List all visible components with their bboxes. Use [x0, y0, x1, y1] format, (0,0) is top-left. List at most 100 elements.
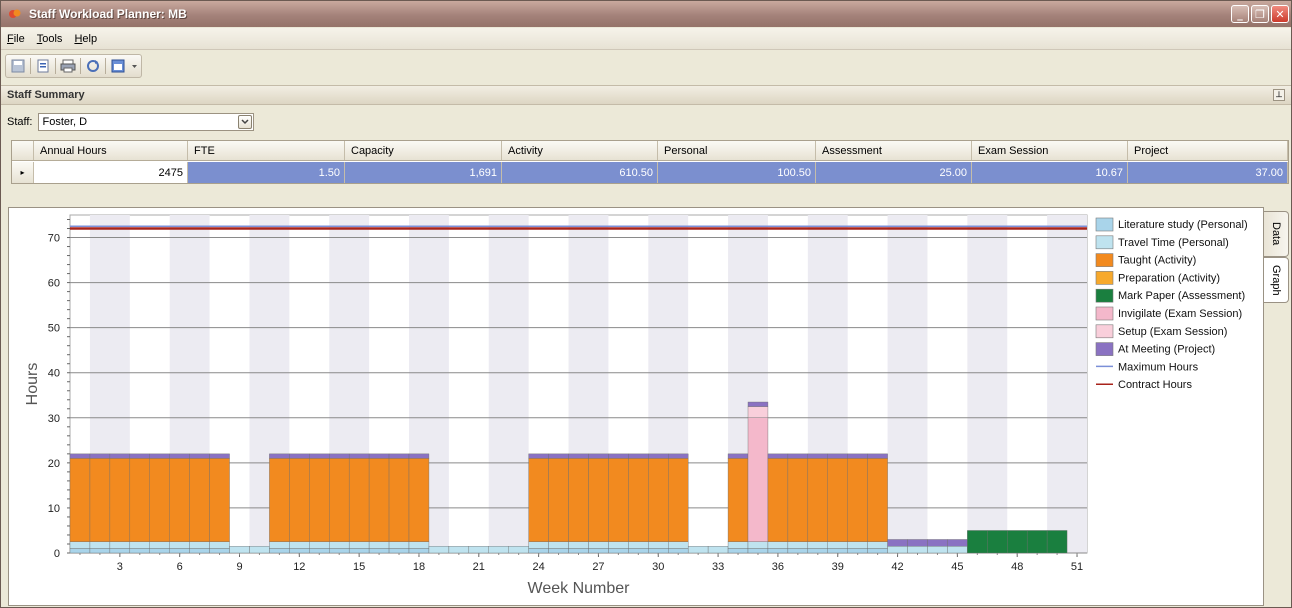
menu-file[interactable]: File	[7, 33, 25, 45]
col-activity[interactable]: Activity	[502, 141, 658, 160]
bar-segment	[987, 530, 1008, 554]
bar-segment	[129, 541, 150, 549]
bar-segment	[89, 548, 111, 554]
cell-exam-session[interactable]: 10.67	[972, 162, 1128, 183]
x-tick-label: 12	[293, 561, 305, 573]
view-tabs: Data Graph	[1264, 207, 1291, 606]
bar-segment	[548, 541, 569, 549]
menu-tools[interactable]: Tools	[37, 33, 63, 45]
bar-segment	[169, 453, 190, 459]
tab-data-label: Data	[1270, 222, 1282, 246]
bar-segment	[847, 541, 868, 549]
bar-segment	[309, 548, 330, 554]
bar-segment	[867, 453, 888, 459]
col-exam-session[interactable]: Exam Session	[972, 141, 1128, 160]
legend-label: Invigilate (Exam Session)	[1118, 308, 1242, 320]
window-icon[interactable]	[109, 57, 127, 75]
bar-segment	[827, 453, 848, 459]
bar-segment	[368, 548, 390, 554]
title-bar[interactable]: Staff Workload Planner: MB _ ❐ ✕	[1, 1, 1291, 27]
legend-label: At Meeting (Project)	[1118, 344, 1215, 356]
week-band	[1047, 215, 1087, 553]
refresh-icon[interactable]	[84, 57, 102, 75]
bar-segment	[209, 458, 230, 542]
bar-segment	[348, 458, 370, 542]
bar-segment	[289, 541, 310, 549]
col-capacity[interactable]: Capacity	[345, 141, 502, 160]
bar-segment	[388, 548, 410, 554]
bar-segment	[747, 401, 769, 407]
x-tick-label: 39	[832, 561, 844, 573]
legend-swatch	[1095, 217, 1114, 232]
cell-capacity[interactable]: 1,691	[345, 162, 502, 183]
bar-segment	[109, 548, 131, 554]
bar-segment	[89, 458, 111, 542]
cell-activity[interactable]: 610.50	[502, 162, 658, 183]
cell-fte[interactable]: 1.50	[188, 162, 345, 183]
col-fte[interactable]: FTE	[188, 141, 345, 160]
bar-segment	[747, 406, 769, 419]
save-icon[interactable]	[9, 57, 27, 75]
cell-personal[interactable]: 100.50	[658, 162, 816, 183]
menu-help[interactable]: Help	[74, 33, 97, 45]
bar-segment	[588, 458, 609, 542]
dropdown-icon[interactable]	[130, 57, 138, 75]
x-tick-label: 33	[712, 561, 724, 573]
y-tick-label: 20	[48, 458, 60, 470]
col-assessment[interactable]: Assessment	[816, 141, 972, 160]
bar-segment	[388, 453, 410, 459]
bar-segment	[508, 546, 529, 554]
bar-segment	[767, 541, 789, 549]
bar-segment	[229, 546, 250, 554]
bar-segment	[787, 458, 809, 542]
bar-segment	[89, 453, 111, 459]
bar-segment	[109, 453, 131, 459]
x-tick-label: 18	[413, 561, 425, 573]
x-tick-label: 27	[592, 561, 604, 573]
cell-annual-hours[interactable]: 2475	[34, 162, 188, 183]
bar-segment	[668, 458, 689, 542]
bar-segment	[209, 541, 230, 549]
bar-segment	[568, 453, 589, 459]
staff-combobox[interactable]: Foster, D	[38, 113, 255, 131]
table-row[interactable]: ▸ 2475 1.50 1,691 610.50 100.50 25.00 10…	[12, 162, 1288, 183]
export-icon[interactable]	[34, 57, 52, 75]
bar-segment	[588, 548, 609, 554]
bar-segment	[488, 546, 509, 554]
bar-segment	[149, 453, 170, 459]
row-selector-icon[interactable]: ▸	[12, 162, 34, 183]
staff-selector-row: Staff: Foster, D	[1, 109, 1291, 135]
pin-icon[interactable]: ⊥	[1273, 89, 1285, 101]
close-button[interactable]: ✕	[1271, 5, 1289, 23]
bar-segment	[149, 548, 170, 554]
y-tick-label: 40	[48, 368, 60, 380]
tab-data[interactable]: Data	[1264, 211, 1289, 257]
col-personal[interactable]: Personal	[658, 141, 816, 160]
bar-segment	[727, 548, 749, 554]
legend-swatch	[1095, 253, 1114, 267]
staff-summary-header: Staff Summary ⊥	[1, 85, 1291, 105]
tab-graph[interactable]: Graph	[1264, 257, 1289, 303]
bar-segment	[189, 541, 210, 549]
workload-chart: 0102030405060703 6 9 12 15 18 21 24 27 30 33 36 39 42…	[24, 214, 1248, 597]
bar-segment	[408, 458, 430, 542]
print-icon[interactable]	[59, 57, 77, 75]
col-annual-hours[interactable]: Annual Hours	[34, 141, 188, 160]
cell-project[interactable]: 37.00	[1128, 162, 1288, 183]
bar-segment	[169, 458, 190, 542]
bar-segment	[648, 453, 669, 459]
bar-segment	[408, 541, 430, 549]
x-tick-label: 3	[117, 561, 123, 573]
chevron-down-icon[interactable]	[238, 115, 253, 129]
bar-segment	[189, 453, 210, 459]
bar-segment	[827, 548, 848, 554]
bar-segment	[628, 541, 649, 549]
bar-segment	[787, 453, 809, 459]
restore-button[interactable]: ❐	[1251, 5, 1269, 23]
x-tick-label: 6	[177, 561, 183, 573]
col-project[interactable]: Project	[1128, 141, 1288, 160]
bar-segment	[408, 548, 430, 554]
minimize-button[interactable]: _	[1231, 5, 1249, 23]
cell-assessment[interactable]: 25.00	[816, 162, 972, 183]
bar-segment	[747, 417, 769, 542]
